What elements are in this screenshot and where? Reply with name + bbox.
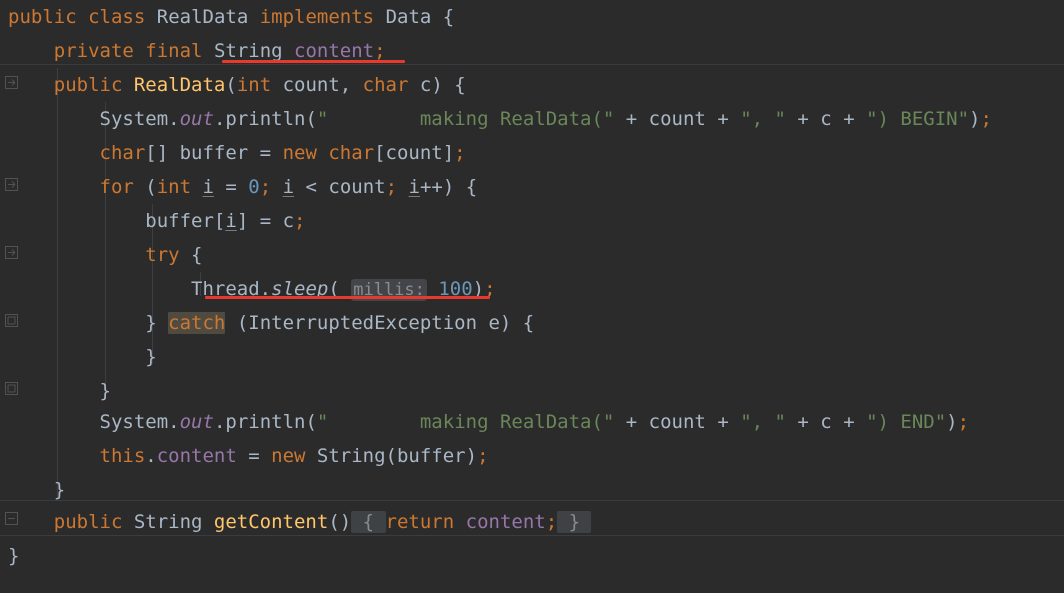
token-local-var: i (202, 176, 214, 198)
token-classname: RealData (156, 6, 249, 28)
token-classname: System (99, 108, 169, 130)
token-keyword-highlighted: catch (168, 312, 226, 334)
token-semicolon: ; (294, 210, 306, 232)
token-keyword: public (53, 511, 123, 533)
token-keyword: public (53, 74, 123, 96)
code-line-10[interactable]: } catch (InterruptedException e) { (8, 306, 534, 340)
token-keyword: implements (259, 6, 375, 28)
code-line-3[interactable]: public RealData(int count, char c) { (8, 68, 466, 102)
code-line-7[interactable]: buffer[i] = c; (8, 204, 305, 238)
token-local-var: i (225, 210, 237, 232)
token-keyword: class (88, 6, 146, 28)
token-semicolon: ; (374, 40, 386, 62)
token-param: count (648, 108, 706, 130)
token-static-field: out (179, 108, 214, 130)
token-brace: { (431, 6, 455, 28)
code-line-9[interactable]: Thread.sleep( millis: 100); (8, 272, 496, 306)
token-keyword: char (362, 74, 409, 96)
code-line-16[interactable]: public String getContent() { return cont… (8, 505, 592, 539)
token-semicolon: ; (385, 176, 398, 198)
token-string: ", " (740, 108, 786, 130)
token-keyword: final (145, 40, 203, 62)
token-classname: String (213, 40, 283, 62)
token-method: println (225, 411, 306, 433)
token-semicolon: ; (454, 142, 466, 164)
token-method: println (225, 108, 306, 130)
token-keyword: char (316, 142, 375, 164)
code-line-4[interactable]: System.out.println(" making RealData(" +… (8, 102, 992, 136)
region-separator-bottom (0, 500, 1064, 501)
code-line-1[interactable]: public class RealData implements Data { (8, 0, 454, 34)
token-keyword: return (385, 511, 455, 533)
token-keyword: char (99, 142, 146, 164)
code-line-14[interactable]: this.content = new String(buffer); (8, 439, 489, 473)
token-field: content (465, 511, 546, 533)
token-string: ") BEGIN" (866, 108, 970, 130)
code-line-12[interactable]: } (8, 374, 111, 408)
token-classname: System (99, 411, 169, 433)
code-line-15[interactable]: } (8, 473, 65, 507)
error-underline-1 (222, 60, 405, 63)
token-keyword: int (156, 176, 192, 198)
code-line-17[interactable]: } (8, 539, 19, 573)
token-param: c (820, 411, 832, 433)
token-keyword: public (8, 6, 77, 28)
token-keyword: int (236, 74, 272, 96)
token-classname: Data (385, 6, 432, 28)
token-string: " making RealData(" (316, 108, 615, 130)
token-string: ") END" (866, 411, 947, 433)
token-classname: String (122, 511, 214, 533)
folded-region-open[interactable]: { (351, 511, 386, 533)
token-semicolon: ; (545, 511, 558, 533)
token-classname: String(buffer) (305, 445, 478, 467)
token-semicolon: ; (980, 108, 992, 130)
token-param: c (820, 108, 832, 130)
code-line-5[interactable]: char[] buffer = new char[count]; (8, 136, 466, 170)
token-declaration: getContent (213, 511, 329, 533)
code-line-8[interactable]: try { (8, 238, 202, 272)
code-editor[interactable]: public class RealData implements Data { … (0, 0, 1064, 593)
token-declaration: RealData (133, 74, 226, 96)
token-semicolon: ; (259, 176, 272, 198)
token-keyword: this (99, 445, 146, 467)
token-string: " making RealData(" (316, 411, 615, 433)
code-line-13[interactable]: System.out.println(" making RealData(" +… (8, 405, 970, 439)
token-string: ", " (740, 411, 786, 433)
token-static-field: out (179, 411, 214, 433)
token-number: 0 (248, 176, 260, 198)
code-line-11[interactable]: } (8, 340, 156, 374)
token-keyword: try (145, 244, 180, 266)
token-semicolon: ; (957, 411, 970, 433)
token-param: count (648, 411, 706, 433)
token-keyword: new (271, 445, 306, 467)
folded-region-close[interactable]: } (557, 511, 592, 533)
token-keyword: new (282, 142, 317, 164)
error-underline-2 (205, 296, 490, 299)
token-local-var: i (282, 176, 295, 198)
token-field: content (156, 445, 237, 467)
token-local-var: i (408, 176, 420, 198)
token-keyword: for (99, 176, 134, 198)
code-line-6[interactable]: for (int i = 0; i < count; i++) { (8, 170, 478, 204)
token-field: content (294, 40, 375, 62)
token-semicolon: ; (477, 445, 489, 467)
token-keyword: private (53, 40, 134, 62)
